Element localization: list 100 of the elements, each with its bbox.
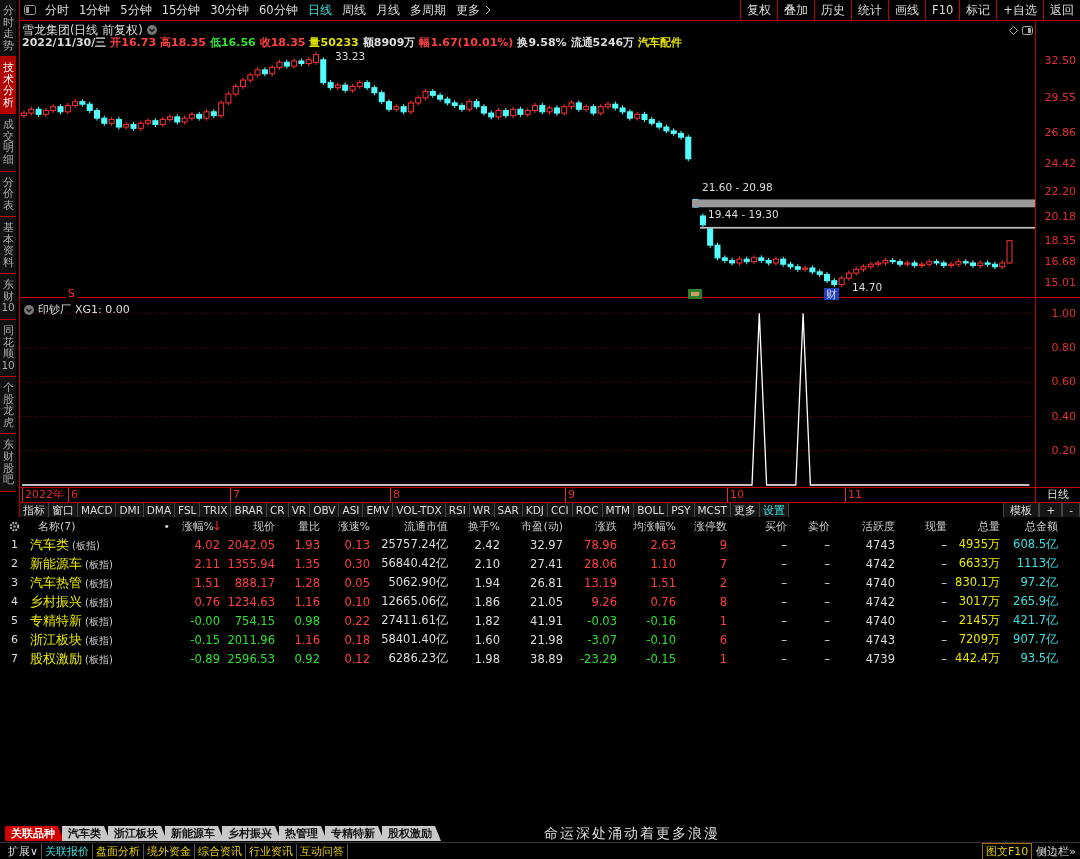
column-header[interactable]: 涨幅% <box>170 518 220 534</box>
diamond-icon[interactable] <box>1009 25 1018 35</box>
related-tab[interactable]: 专精特新 <box>325 826 384 841</box>
period-tab[interactable]: 30分钟 <box>205 2 254 18</box>
footer-tab[interactable]: 互动问答 <box>297 843 349 859</box>
footer-button[interactable]: 图文F10 <box>981 842 1033 859</box>
side-tab[interactable]: 同花顺10 <box>0 320 17 378</box>
footer-button[interactable]: 侧边栏» <box>1032 842 1080 859</box>
column-header[interactable]: 名称(7) <box>30 518 155 534</box>
indicator-tab[interactable]: 窗口 <box>49 503 78 517</box>
side-tab[interactable]: 东财股吧 <box>0 434 17 492</box>
indicator-tab[interactable]: VR <box>288 503 311 517</box>
related-tab[interactable]: 浙江板块 <box>108 826 167 841</box>
panel-toggle-icon[interactable] <box>1022 25 1033 35</box>
chevron-right-icon[interactable] <box>484 5 491 15</box>
sector-name[interactable]: 浙江板块 <box>30 630 82 649</box>
indicator-tab[interactable]: MTM <box>602 503 635 517</box>
indicator-tab[interactable]: TRIX <box>200 503 232 517</box>
column-header[interactable]: 量比 <box>275 518 320 534</box>
footer-tab[interactable]: 行业资讯 <box>246 843 298 859</box>
row-number: 6 <box>10 633 19 646</box>
indicator-tool-button[interactable]: - <box>1062 503 1080 517</box>
related-tab[interactable]: 汽车类 <box>62 826 110 841</box>
column-header[interactable]: 现价 <box>220 518 275 534</box>
period-tab[interactable]: 15分钟 <box>156 2 206 18</box>
period-tab[interactable]: 月线 <box>370 2 405 18</box>
period-tab[interactable]: 周线 <box>336 2 371 18</box>
column-header[interactable]: 流通市值 <box>370 518 448 534</box>
related-tab[interactable]: 乡村振兴 <box>222 826 281 841</box>
indicator-tab[interactable]: EMV <box>363 503 394 517</box>
column-header[interactable]: 买价 <box>727 518 787 534</box>
indicator-tab[interactable]: BRAR <box>231 503 267 517</box>
column-header[interactable]: 涨跌 <box>563 518 617 534</box>
footer-tab[interactable]: 综合资讯 <box>195 843 247 859</box>
side-tab[interactable]: 成交明细 <box>0 114 17 172</box>
table-cell-text: 2.10 <box>473 556 500 571</box>
side-tab[interactable]: 东财10 <box>0 274 17 321</box>
indicator-tab[interactable]: PSY <box>668 503 695 517</box>
indicator-tab[interactable]: RSI <box>445 503 470 517</box>
indicator-tab[interactable]: BOLL <box>634 503 669 517</box>
dropdown-icon[interactable] <box>24 304 34 315</box>
column-header[interactable]: 活跃度 <box>830 518 895 534</box>
dropdown-icon[interactable] <box>146 25 157 35</box>
side-tab[interactable]: 技术分析 <box>0 57 17 115</box>
indicator-tool-button[interactable]: + <box>1039 503 1063 517</box>
indicator-tab[interactable]: CCI <box>547 503 573 517</box>
settings-icon[interactable] <box>9 520 20 532</box>
indicator-tab[interactable]: OBV <box>310 503 340 517</box>
related-tab[interactable]: 关联品种 <box>5 826 64 841</box>
expand-menu[interactable]: 扩展∨ <box>5 843 43 859</box>
indicator-tab[interactable]: KDJ <box>522 503 548 517</box>
column-header[interactable]: 均涨幅% <box>617 518 676 534</box>
column-header[interactable]: 总金额 <box>1000 518 1058 534</box>
side-tab[interactable]: 分价表 <box>0 171 17 218</box>
footer-tab[interactable]: 关联报价 <box>42 843 94 859</box>
indicator-tab[interactable]: 设置 <box>760 503 790 517</box>
column-header[interactable]: 涨停数 <box>676 518 727 534</box>
side-tab[interactable]: 分时走势 <box>0 0 17 58</box>
sector-name[interactable]: 乡村振兴 <box>30 592 82 611</box>
column-header[interactable]: 换手% <box>448 518 500 534</box>
column-header[interactable]: • <box>155 519 170 533</box>
related-tab[interactable]: 股权激励 <box>382 826 441 841</box>
sector-name[interactable]: 新能源车 <box>30 554 82 573</box>
indicator-tool-button[interactable]: 模板 <box>1003 503 1040 517</box>
indicator-tab[interactable]: CR <box>267 503 289 517</box>
period-tab[interactable]: 5分钟 <box>115 2 157 18</box>
sector-name[interactable]: 汽车热管 <box>30 573 82 592</box>
column-header[interactable]: 总量 <box>947 518 1000 534</box>
related-tab[interactable]: 热管理 <box>279 826 327 841</box>
indicator-tab[interactable]: ROC <box>572 503 603 517</box>
panel-toggle-icon[interactable] <box>24 5 36 15</box>
column-header[interactable]: 现量 <box>895 518 947 534</box>
indicator-tab[interactable]: MACD <box>78 503 117 517</box>
side-tab[interactable]: 基本资料 <box>0 217 17 275</box>
indicator-tab[interactable]: FSL <box>175 503 201 517</box>
sector-name[interactable]: 专精特新 <box>30 611 82 630</box>
period-tab[interactable]: 日线 <box>302 2 337 18</box>
column-header[interactable]: 卖价 <box>787 518 830 534</box>
indicator-tab[interactable]: DMI <box>116 503 144 517</box>
indicator-tab[interactable]: VOL-TDX <box>393 503 446 517</box>
period-tab[interactable]: 1分钟 <box>74 2 116 18</box>
footer-tab[interactable]: 境外资金 <box>144 843 196 859</box>
related-tab[interactable]: 新能源车 <box>165 826 224 841</box>
sector-name[interactable]: 股权激励 <box>30 649 82 668</box>
indicator-tab[interactable]: 更多 <box>731 503 761 517</box>
column-header[interactable]: 涨速% <box>320 518 370 534</box>
indicator-tab[interactable]: MCST <box>694 503 732 517</box>
period-tab[interactable]: 更多 <box>450 2 485 18</box>
period-tab[interactable]: 分时 <box>40 2 74 18</box>
footer-tab[interactable]: 盘面分析 <box>93 843 145 859</box>
side-tab[interactable]: 个股龙虎 <box>0 377 17 435</box>
indicator-tab[interactable]: 指标 <box>20 503 49 517</box>
indicator-tab[interactable]: SAR <box>494 503 523 517</box>
indicator-tab[interactable]: ASI <box>339 503 364 517</box>
indicator-tab[interactable]: DMA <box>143 503 176 517</box>
period-tab[interactable]: 多周期 <box>404 2 451 18</box>
column-header[interactable]: 市盈(动) <box>500 518 563 534</box>
indicator-tab[interactable]: WR <box>469 503 495 517</box>
sector-name[interactable]: 汽车类 <box>30 535 69 554</box>
period-tab[interactable]: 60分钟 <box>253 2 303 18</box>
